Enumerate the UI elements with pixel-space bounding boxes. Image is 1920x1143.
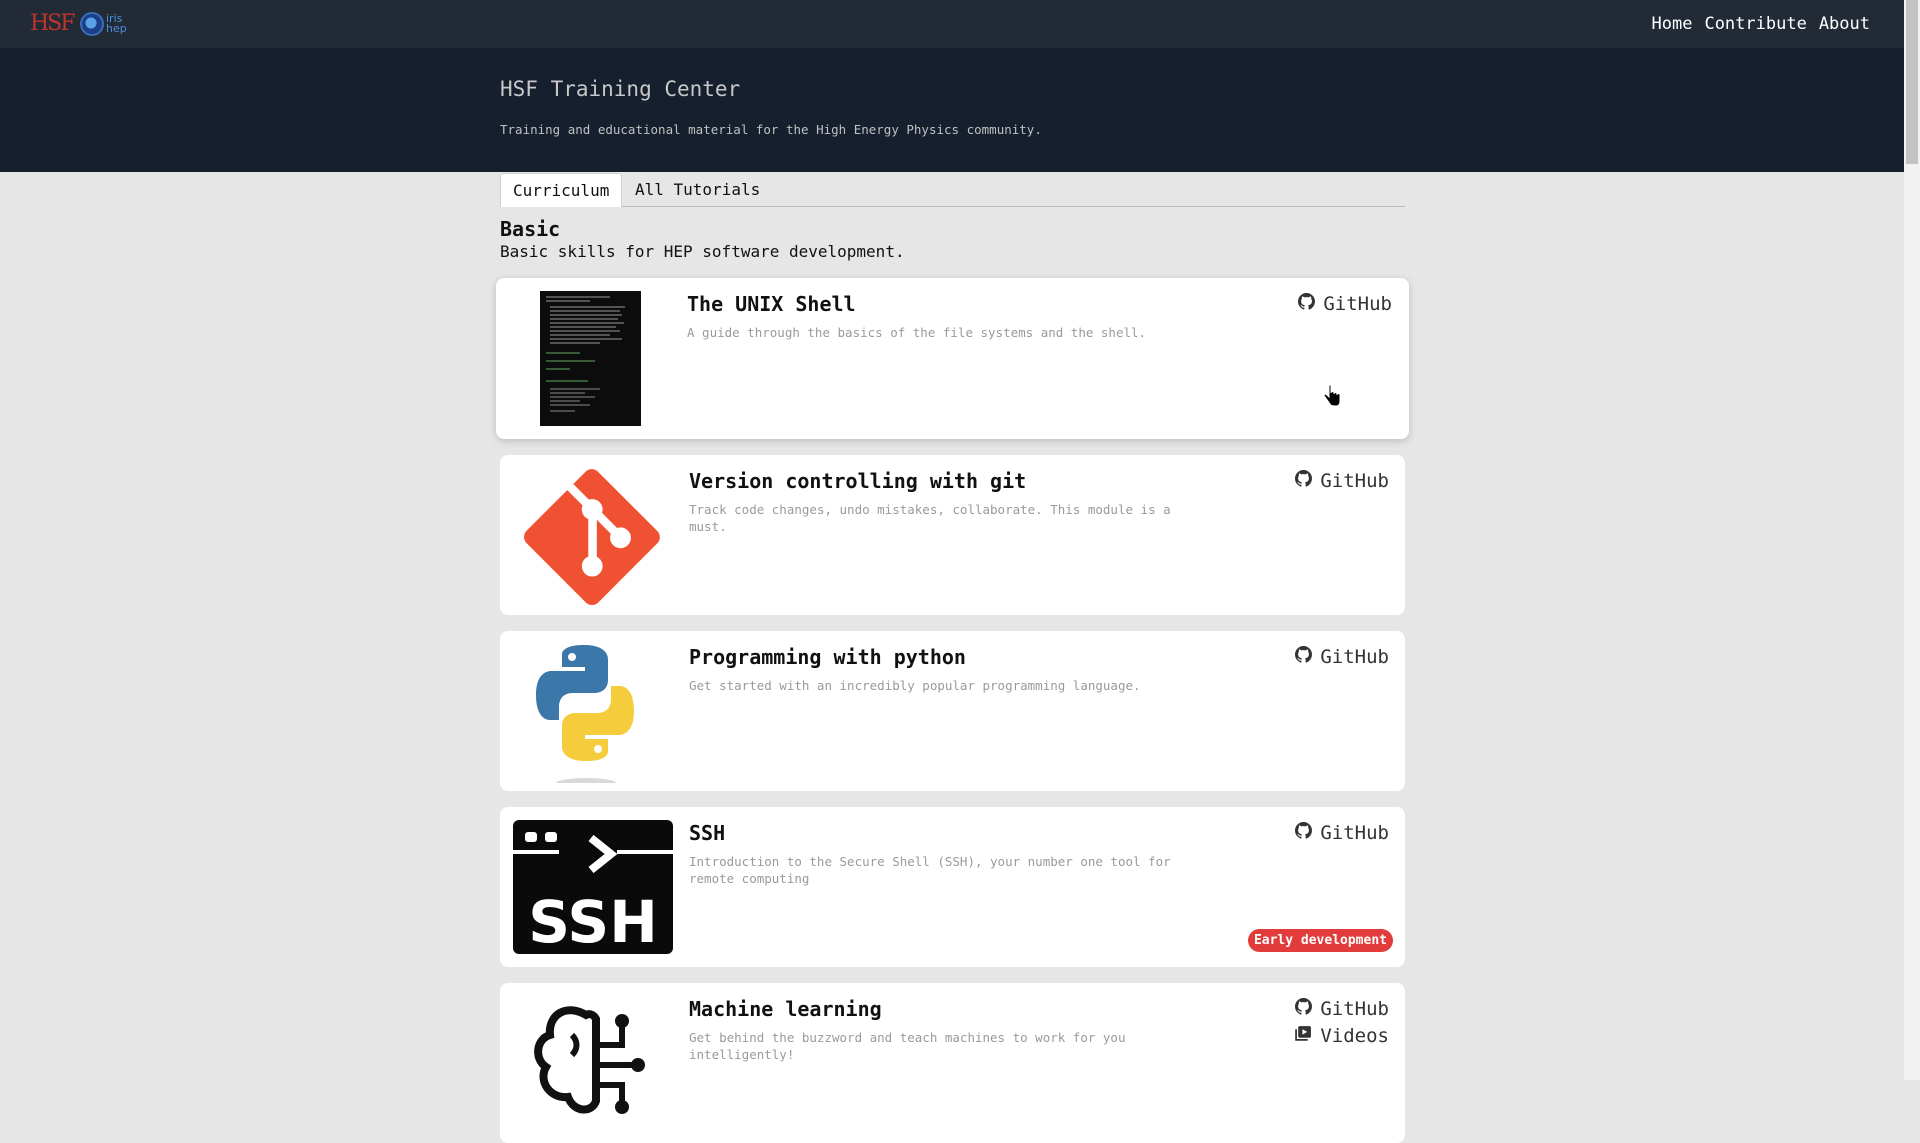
brain-circuit-logo — [526, 995, 656, 1125]
ssh-logo: SSH — [513, 820, 673, 954]
card-description: Get behind the buzzword and teach machin… — [689, 1030, 1126, 1062]
card-title[interactable]: Version controlling with git — [689, 469, 1026, 493]
hsf-logo[interactable]: HSF — [30, 13, 76, 35]
nav-links: Home Contribute About — [1652, 13, 1871, 35]
card-title[interactable]: Machine learning — [689, 997, 882, 1021]
card-description: Track code changes, undo mistakes, colla… — [689, 502, 1171, 534]
iris-hep-logo-text: iris hep — [106, 12, 127, 35]
section-description: Basic skills for HEP software developmen… — [500, 242, 905, 261]
card-description: Introduction to the Secure Shell (SSH), … — [689, 854, 1171, 886]
tab-all-tutorials[interactable]: All Tutorials — [623, 173, 772, 206]
page-title: HSF Training Center — [500, 77, 741, 101]
github-icon — [1295, 468, 1313, 495]
tab-curriculum[interactable]: Curriculum — [500, 173, 623, 207]
card-links: GitHub — [1295, 820, 1389, 847]
videos-link[interactable]: Videos — [1295, 1023, 1389, 1050]
videos-link-label: Videos — [1320, 1025, 1389, 1047]
hand-cursor-icon — [1323, 384, 1341, 412]
tutorial-card-git[interactable]: Version controlling with git Track code … — [500, 455, 1405, 615]
github-link[interactable]: GitHub — [1298, 291, 1392, 318]
nav-link-contribute[interactable]: Contribute — [1704, 13, 1806, 35]
github-icon — [1298, 291, 1316, 318]
page-subtitle: Training and educational material for th… — [500, 122, 1042, 137]
tutorial-card-ssh[interactable]: SSH SSH Introduction to the Secure Shell… — [500, 807, 1405, 967]
card-links: GitHub Videos — [1295, 996, 1389, 1050]
git-logo — [524, 469, 660, 605]
top-navbar: HSF iris hep Home Contribute About — [0, 0, 1904, 48]
tutorial-card-machine-learning[interactable]: Machine learning Get behind the buzzword… — [500, 983, 1405, 1143]
card-links: GitHub — [1295, 468, 1389, 495]
card-links: GitHub — [1295, 644, 1389, 671]
github-link[interactable]: GitHub — [1295, 820, 1389, 847]
hero-banner: HSF Training Center Training and educati… — [0, 48, 1904, 172]
status-badge: Early development — [1247, 929, 1393, 952]
python-logo — [528, 643, 648, 783]
globe-icon — [80, 12, 104, 36]
scrollbar-track[interactable] — [1904, 0, 1920, 1080]
scrollbar-thumb[interactable] — [1906, 0, 1918, 164]
github-link-label: GitHub — [1320, 470, 1389, 492]
card-description: Get started with an incredibly popular p… — [689, 678, 1141, 693]
nav-link-home[interactable]: Home — [1652, 13, 1693, 35]
tutorial-card-unix-shell[interactable]: The UNIX Shell A guide through the basic… — [496, 278, 1409, 439]
tutorial-card-python[interactable]: Programming with python Get started with… — [500, 631, 1405, 791]
github-link[interactable]: GitHub — [1295, 468, 1389, 495]
nav-link-about[interactable]: About — [1819, 13, 1870, 35]
github-link-label: GitHub — [1320, 646, 1389, 668]
terminal-thumbnail — [540, 291, 641, 426]
github-link-label: GitHub — [1320, 822, 1389, 844]
card-title[interactable]: The UNIX Shell — [687, 292, 856, 316]
video-icon — [1295, 1023, 1312, 1050]
card-title[interactable]: Programming with python — [689, 645, 966, 669]
github-link[interactable]: GitHub — [1295, 996, 1389, 1023]
card-description: A guide through the basics of the file s… — [687, 325, 1147, 340]
github-icon — [1295, 644, 1313, 671]
github-link[interactable]: GitHub — [1295, 644, 1389, 671]
card-title[interactable]: SSH — [689, 821, 725, 845]
card-links: GitHub — [1298, 291, 1392, 318]
github-icon — [1295, 820, 1313, 847]
section-title: Basic — [500, 217, 561, 241]
github-link-label: GitHub — [1323, 293, 1392, 315]
svg-text:SSH: SSH — [528, 888, 657, 954]
iris-hep-logo[interactable]: iris hep — [80, 12, 130, 36]
github-link-label: GitHub — [1320, 998, 1389, 1020]
tab-bar: Curriculum All Tutorials — [500, 173, 1405, 207]
github-icon — [1295, 996, 1313, 1023]
